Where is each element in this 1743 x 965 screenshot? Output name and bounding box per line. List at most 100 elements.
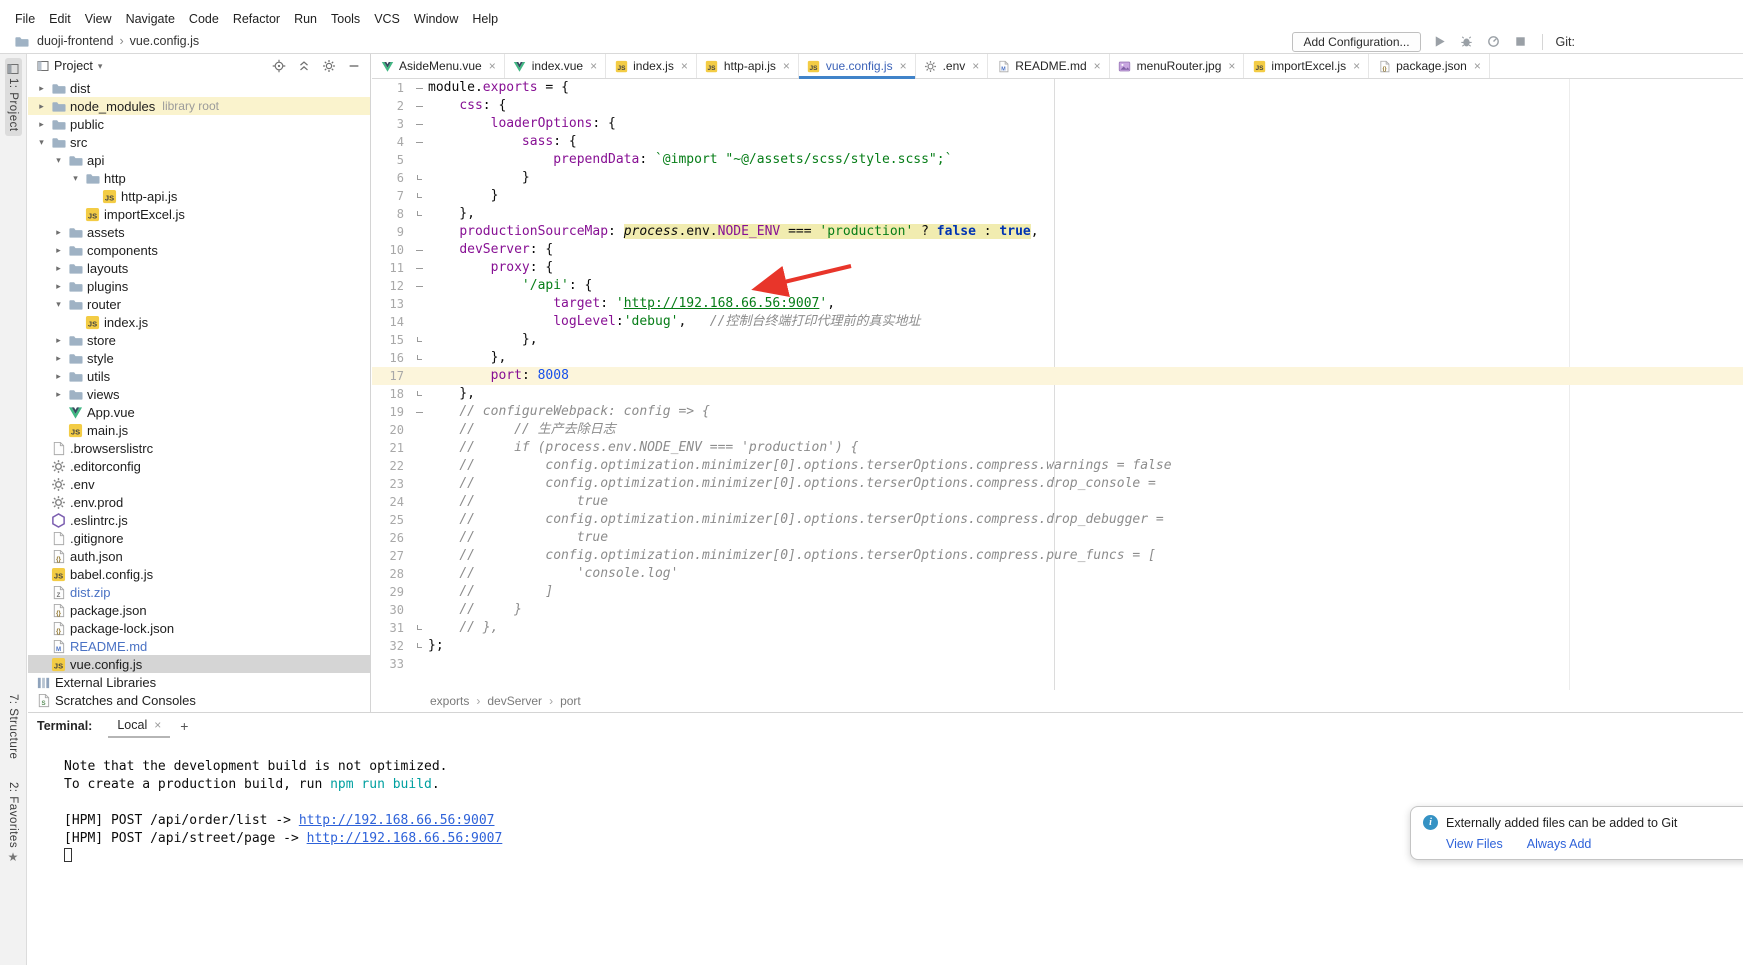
menu-item-vcs[interactable]: VCS — [367, 10, 407, 28]
fold-end-icon[interactable] — [410, 619, 428, 637]
code-text[interactable]: module.exports = { — [428, 79, 1743, 97]
tab-index-vue[interactable]: index.vue× — [505, 54, 606, 78]
tree-item-components[interactable]: ▸components — [28, 241, 370, 259]
tab-importexcel-js[interactable]: JSimportExcel.js× — [1244, 54, 1369, 78]
tree-expanded-arrow-icon[interactable]: ▾ — [34, 137, 49, 148]
fold-collapse-icon[interactable] — [410, 259, 428, 277]
tree-collapsed-arrow-icon[interactable]: ▸ — [51, 227, 66, 238]
tree-item-http[interactable]: ▾http — [28, 169, 370, 187]
close-tab-icon[interactable]: × — [1474, 59, 1481, 73]
terminal-url-link[interactable]: http://192.168.66.56:9007 — [307, 831, 503, 846]
code-text[interactable]: // } — [428, 601, 1743, 619]
menu-item-view[interactable]: View — [78, 10, 119, 28]
tree-collapsed-arrow-icon[interactable]: ▸ — [34, 83, 49, 94]
tree-item-utils[interactable]: ▸utils — [28, 367, 370, 385]
editor-breadcrumb-devserver[interactable]: devServer — [487, 694, 542, 708]
code-text[interactable]: devServer: { — [428, 241, 1743, 259]
code-text[interactable]: // ] — [428, 583, 1743, 601]
stop-icon[interactable] — [1512, 33, 1529, 50]
code-text[interactable]: }, — [428, 349, 1743, 367]
menu-item-help[interactable]: Help — [465, 10, 505, 28]
tree-item-readme-md[interactable]: MREADME.md — [28, 637, 370, 655]
terminal-tab-local[interactable]: Local × — [108, 713, 170, 738]
breadcrumb-file-name[interactable]: vue.config.js — [130, 34, 199, 48]
close-tab-icon[interactable]: × — [590, 59, 597, 73]
menu-item-code[interactable]: Code — [182, 10, 226, 28]
tab-http-api-js[interactable]: JShttp-api.js× — [697, 54, 799, 78]
tree-collapsed-arrow-icon[interactable]: ▸ — [51, 245, 66, 256]
close-tab-icon[interactable]: × — [1094, 59, 1101, 73]
run-icon[interactable] — [1431, 33, 1448, 50]
tree-collapsed-arrow-icon[interactable]: ▸ — [51, 263, 66, 274]
notification-action-view-files[interactable]: View Files — [1446, 837, 1503, 851]
close-tab-icon[interactable]: × — [681, 59, 688, 73]
fold-end-icon[interactable] — [410, 331, 428, 349]
tree-item-scratches-and-consoles[interactable]: SScratches and Consoles — [28, 691, 370, 709]
fold-end-icon[interactable] — [410, 169, 428, 187]
tab-vue-config-js[interactable]: JSvue.config.js× — [799, 54, 916, 78]
tree-item-dist-zip[interactable]: Zdist.zip — [28, 583, 370, 601]
tree-item-node-modules[interactable]: ▸node_moduleslibrary root — [28, 97, 370, 115]
close-tab-icon[interactable]: × — [1353, 59, 1360, 73]
tree-item-api[interactable]: ▾api — [28, 151, 370, 169]
code-editor[interactable]: 1module.exports = {2 css: {3 loaderOptio… — [372, 79, 1743, 690]
tree-item-app-vue[interactable]: App.vue — [28, 403, 370, 421]
tab-env[interactable]: .env× — [916, 54, 989, 78]
fold-collapse-icon[interactable] — [410, 277, 428, 295]
add-configuration-button[interactable]: Add Configuration... — [1292, 32, 1420, 52]
close-tab-icon[interactable]: × — [1228, 59, 1235, 73]
code-text[interactable]: }; — [428, 637, 1743, 655]
tree-item-store[interactable]: ▸store — [28, 331, 370, 349]
tab-menurouter-jpg[interactable]: menuRouter.jpg× — [1110, 54, 1245, 78]
fold-end-icon[interactable] — [410, 349, 428, 367]
tree-item-vue-config-js[interactable]: JSvue.config.js — [28, 655, 370, 673]
code-text[interactable]: target: 'http://192.168.66.56:9007', — [428, 295, 1743, 313]
fold-collapse-icon[interactable] — [410, 403, 428, 421]
git-widget-label[interactable]: Git: — [1556, 35, 1575, 49]
code-text[interactable]: loaderOptions: { — [428, 115, 1743, 133]
code-text[interactable]: // }, — [428, 619, 1743, 637]
editor-breadcrumb-exports[interactable]: exports — [430, 694, 469, 708]
close-tab-icon[interactable]: × — [972, 59, 979, 73]
code-text[interactable]: prependData: `@import "~@/assets/scss/st… — [428, 151, 1743, 169]
tree-item-views[interactable]: ▸views — [28, 385, 370, 403]
collapse-all-icon[interactable] — [296, 58, 312, 74]
tree-collapsed-arrow-icon[interactable]: ▸ — [51, 353, 66, 364]
code-text[interactable]: productionSourceMap: process.env.NODE_EN… — [428, 223, 1743, 241]
menu-item-refactor[interactable]: Refactor — [226, 10, 287, 28]
menu-item-file[interactable]: File — [8, 10, 42, 28]
tree-item-importexcel-js[interactable]: JSimportExcel.js — [28, 205, 370, 223]
fold-collapse-icon[interactable] — [410, 115, 428, 133]
tree-item-browserslistrc[interactable]: .browserslistrc — [28, 439, 370, 457]
tab-asidemenu-vue[interactable]: AsideMenu.vue× — [372, 54, 505, 78]
code-text[interactable]: // config.optimization.minimizer[0].opti… — [428, 457, 1743, 475]
tab-index-js[interactable]: JSindex.js× — [606, 54, 697, 78]
gear-icon[interactable] — [321, 58, 337, 74]
terminal-cursor[interactable] — [64, 848, 72, 862]
fold-collapse-icon[interactable] — [410, 241, 428, 259]
code-text[interactable]: // config.optimization.minimizer[0].opti… — [428, 547, 1743, 565]
tree-item-gitignore[interactable]: .gitignore — [28, 529, 370, 547]
tree-item-external-libraries[interactable]: External Libraries — [28, 673, 370, 691]
code-text[interactable]: sass: { — [428, 133, 1743, 151]
tree-item-style[interactable]: ▸style — [28, 349, 370, 367]
tree-item-eslintrc-js[interactable]: .eslintrc.js — [28, 511, 370, 529]
code-text[interactable]: proxy: { — [428, 259, 1743, 277]
tree-item-editorconfig[interactable]: .editorconfig — [28, 457, 370, 475]
tree-collapsed-arrow-icon[interactable]: ▸ — [34, 101, 49, 112]
tab-package-json[interactable]: {}package.json× — [1369, 54, 1490, 78]
tool-window-button-project[interactable]: 1: Project — [5, 58, 22, 136]
code-text[interactable]: // true — [428, 493, 1743, 511]
tree-item-public[interactable]: ▸public — [28, 115, 370, 133]
menu-item-window[interactable]: Window — [407, 10, 465, 28]
code-text[interactable]: } — [428, 187, 1743, 205]
tree-item-babel-config-js[interactable]: JSbabel.config.js — [28, 565, 370, 583]
menu-item-edit[interactable]: Edit — [42, 10, 78, 28]
code-text[interactable]: // config.optimization.minimizer[0].opti… — [428, 475, 1743, 493]
new-terminal-tab-icon[interactable]: + — [180, 718, 188, 734]
project-panel-title[interactable]: Project — [54, 59, 93, 73]
tree-expanded-arrow-icon[interactable]: ▾ — [51, 299, 66, 310]
tree-item-plugins[interactable]: ▸plugins — [28, 277, 370, 295]
tree-expanded-arrow-icon[interactable]: ▾ — [51, 155, 66, 166]
tree-collapsed-arrow-icon[interactable]: ▸ — [34, 119, 49, 130]
